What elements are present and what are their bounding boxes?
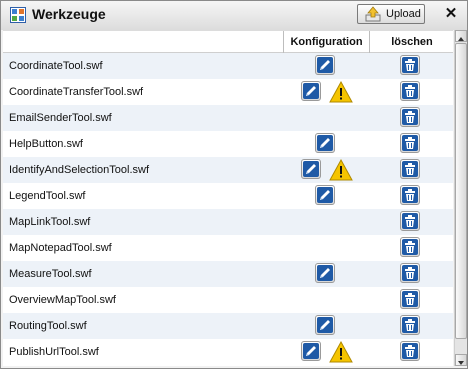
warning-icon [329,158,353,181]
table-row[interactable]: MapNotepadTool.swf [3,235,453,261]
tool-name: MapNotepadTool.swf [9,242,112,254]
tool-name: CoordinateTransferTool.swf [9,86,144,98]
title-bar[interactable]: Werkzeuge Upload ✕ [1,1,467,30]
table-row[interactable]: EmailSenderTool.swf [3,105,453,131]
table-row[interactable]: RoutingTool.swf [3,313,453,339]
delete-button[interactable] [400,211,420,231]
edit-config-button[interactable] [301,341,321,361]
tool-name: MeasureTool.swf [9,268,92,280]
scroll-up-button[interactable] [455,30,467,42]
delete-button[interactable] [400,55,420,75]
upload-label: Upload [386,8,421,20]
delete-button[interactable] [400,341,420,361]
delete-button[interactable] [400,185,420,205]
edit-config-button[interactable] [315,185,335,205]
header-loeschen[interactable]: löschen [369,31,453,53]
scroll-thumb[interactable] [455,43,467,339]
warning-icon [329,80,353,103]
delete-button[interactable] [400,159,420,179]
table-row[interactable]: MeasureTool.swf [3,261,453,287]
delete-button[interactable] [400,237,420,257]
upload-icon [364,6,382,27]
edit-config-button[interactable] [315,55,335,75]
delete-button[interactable] [400,315,420,335]
edit-config-button[interactable] [301,81,321,101]
tool-name: RoutingTool.swf [9,320,87,332]
edit-config-button[interactable] [315,133,335,153]
tool-name: OverviewMapTool.swf [9,294,116,306]
tool-name: EmailSenderTool.swf [9,112,112,124]
tool-name: LegendTool.swf [9,190,86,202]
header-konfiguration[interactable]: Konfiguration [283,31,369,53]
table-row[interactable]: CoordinateTransferTool.swf [3,79,453,105]
tool-name: PublishUrlTool.swf [9,346,99,358]
window-title: Werkzeuge [32,6,106,22]
table-row[interactable]: PublishUrlTool.swf [3,339,453,365]
delete-button[interactable] [400,289,420,309]
tool-name: CoordinateTool.swf [9,60,103,72]
edit-config-button[interactable] [315,263,335,283]
window-grid-icon [10,7,26,23]
table-row[interactable]: LegendTool.swf [3,183,453,209]
delete-button[interactable] [400,263,420,283]
edit-config-button[interactable] [315,315,335,335]
delete-button[interactable] [400,133,420,153]
table-row[interactable]: OverviewMapTool.swf [3,287,453,313]
werkzeuge-window: Werkzeuge Upload ✕ Konfiguration löschen… [0,0,468,369]
scroll-down-button[interactable] [455,354,467,366]
table-row[interactable]: MapLinkTool.swf [3,209,453,235]
vertical-scrollbar[interactable] [454,30,467,366]
edit-config-button[interactable] [301,159,321,179]
table-row[interactable]: IdentifyAndSelectionTool.swf [3,157,453,183]
tool-name: MapLinkTool.swf [9,216,91,228]
delete-button[interactable] [400,107,420,127]
table-header: Konfiguration löschen [3,30,453,53]
table-row[interactable]: HelpButton.swf [3,131,453,157]
tools-table: Konfiguration löschen CoordinateTool.swf… [3,30,453,366]
upload-button[interactable]: Upload [357,4,425,24]
tool-name: IdentifyAndSelectionTool.swf [9,164,150,176]
tool-name: HelpButton.swf [9,138,83,150]
warning-icon [329,340,353,363]
table-row[interactable]: CoordinateTool.swf [3,53,453,79]
close-button[interactable]: ✕ [443,5,459,23]
delete-button[interactable] [400,81,420,101]
